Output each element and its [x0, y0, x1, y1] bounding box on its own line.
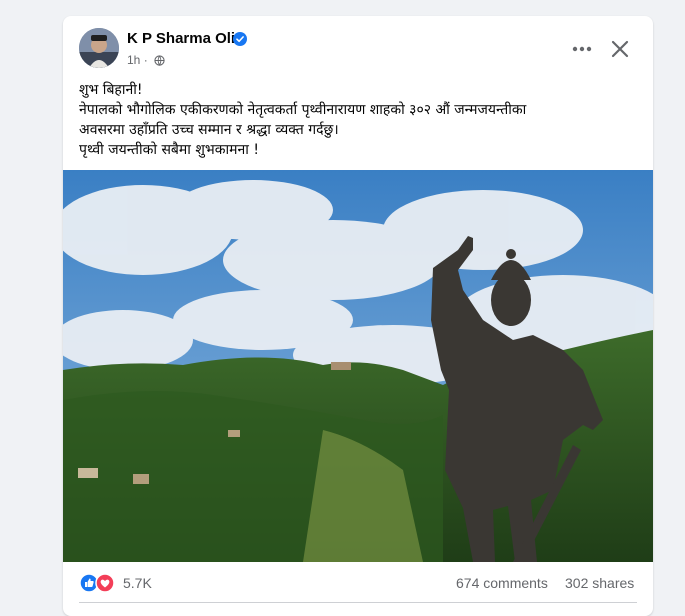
reaction-icons[interactable] [79, 573, 119, 593]
post-text-line: नेपालको भौगोलिक एकीकरणको नेतृत्वकर्ता पृ… [79, 102, 527, 118]
close-button[interactable] [607, 36, 633, 62]
reaction-bar: 5.7K 674 comments 302 shares [63, 569, 653, 599]
post-meta: 1h · [127, 53, 165, 67]
reaction-count[interactable]: 5.7K [123, 575, 152, 591]
love-reaction-icon [95, 573, 115, 593]
comments-count[interactable]: 674 comments [456, 575, 548, 591]
post-time[interactable]: 1h [127, 53, 140, 67]
author-avatar[interactable] [79, 28, 119, 68]
post-text: शुभ बिहानी! नेपालको भौगोलिक एकीकरणको नेत… [79, 80, 639, 160]
divider [79, 602, 637, 603]
post-text-line: शुभ बिहानी! [79, 82, 143, 98]
verified-badge-icon [233, 32, 247, 46]
more-options-button[interactable] [568, 38, 596, 60]
more-options-icon [572, 46, 592, 52]
close-icon [611, 40, 629, 58]
separator-dot: · [143, 53, 152, 67]
globe-icon [154, 55, 165, 66]
post-text-line: पृथ्वी जयन्तीको सबैमा शुभकामना ! [79, 142, 259, 158]
post-text-line: अवसरमा उहाँप्रति उच्च सम्मान र श्रद्धा व… [79, 122, 339, 138]
shares-count[interactable]: 302 shares [565, 575, 634, 591]
statue-photo [63, 170, 653, 562]
post-image[interactable] [63, 170, 653, 562]
post-header: K P Sharma Oli 1h · [63, 16, 653, 76]
post-card: K P Sharma Oli 1h · शुभ बिहानी! नेपालको … [63, 16, 653, 616]
author-name[interactable]: K P Sharma Oli [127, 30, 235, 47]
